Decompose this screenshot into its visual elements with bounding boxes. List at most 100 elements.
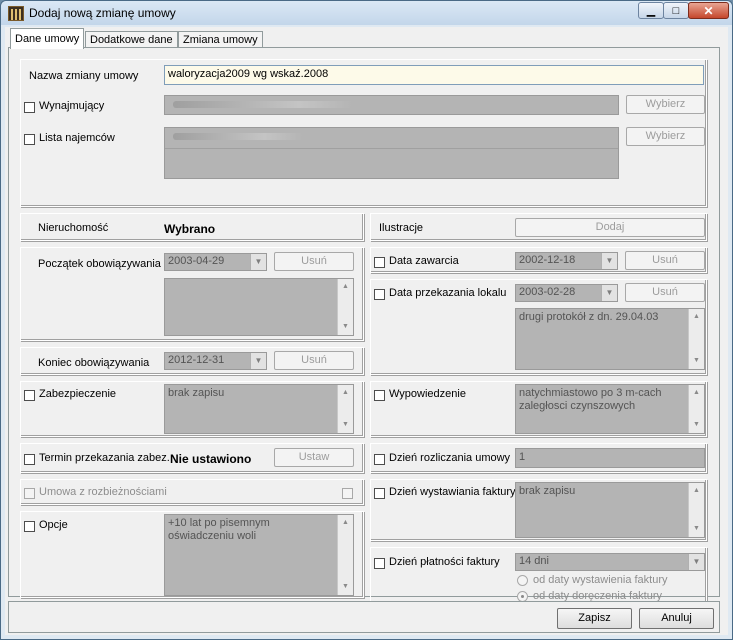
property-label: Nieruchomość xyxy=(38,222,109,234)
end-date-value: 2012-12-31 xyxy=(168,354,225,366)
redacted-text xyxy=(173,133,303,140)
property-value: Wybrano xyxy=(164,222,216,236)
start-date-value: 2003-04-29 xyxy=(168,255,225,267)
end-group: Koniec obowiązywania 2012-12-31 ▼ Usuń xyxy=(20,347,364,375)
scrollbar[interactable]: ▲ ▼ xyxy=(688,483,704,537)
settlement-checkbox[interactable] xyxy=(374,454,385,465)
handover-remove-button[interactable]: Usuń xyxy=(625,283,705,302)
options-value: +10 lat po pisemnym oświadczeniu woli xyxy=(168,517,270,542)
dialog-client: Dane umowy Dodatkowe dane Zmiana umowy N… xyxy=(5,27,728,635)
handover-note-field[interactable]: drugi protokół z dn. 29.04.03 ▲ ▼ xyxy=(515,308,705,370)
scroll-down-icon[interactable]: ▼ xyxy=(689,417,704,433)
payment-label: Dzień płatności faktury xyxy=(389,556,500,568)
scroll-up-icon[interactable]: ▲ xyxy=(338,515,353,531)
cancel-button[interactable]: Anuluj xyxy=(639,608,714,629)
scroll-up-icon[interactable]: ▲ xyxy=(689,309,704,325)
scroll-down-icon[interactable]: ▼ xyxy=(689,521,704,537)
scroll-down-icon[interactable]: ▼ xyxy=(338,579,353,595)
tab-dodatkowe-dane[interactable]: Dodatkowe dane xyxy=(85,31,178,48)
tenants-checkbox[interactable] xyxy=(24,134,35,145)
scrollbar[interactable]: ▲ ▼ xyxy=(337,515,353,595)
chevron-down-icon[interactable]: ▼ xyxy=(688,554,704,570)
scroll-up-icon[interactable]: ▲ xyxy=(338,385,353,401)
security-deadline-checkbox[interactable] xyxy=(24,454,35,465)
payment-term-value: 14 dni xyxy=(519,555,549,567)
radio-from-issue[interactable] xyxy=(517,575,528,586)
scroll-up-icon[interactable]: ▲ xyxy=(338,279,353,295)
invoice-issue-field[interactable]: brak zapisu ▲ ▼ xyxy=(515,482,705,538)
scrollbar[interactable]: ▲ ▼ xyxy=(337,279,353,335)
chevron-down-icon[interactable]: ▼ xyxy=(250,254,266,270)
scroll-down-icon[interactable]: ▼ xyxy=(689,353,704,369)
start-dates-list[interactable]: ▲ ▼ xyxy=(164,278,354,336)
discrepancy-label: Umowa z rozbieżnościami xyxy=(39,486,167,498)
maximize-button[interactable]: □ xyxy=(663,2,689,19)
tab-dane-umowy[interactable]: Dane umowy xyxy=(10,28,85,49)
options-field[interactable]: +10 lat po pisemnym oświadczeniu woli ▲ … xyxy=(164,514,354,596)
window-title: Dodaj nową zmianę umowy xyxy=(29,6,176,20)
termination-field[interactable]: natychmiastowo po 3 m-cach zaległosci cz… xyxy=(515,384,705,434)
tenants-select-button[interactable]: Wybierz xyxy=(626,127,705,146)
scroll-up-icon[interactable]: ▲ xyxy=(689,385,704,401)
start-remove-button[interactable]: Usuń xyxy=(274,252,354,271)
discrepancy-group: Umowa z rozbieżnościami xyxy=(20,479,364,505)
close-button[interactable]: ✕ xyxy=(688,2,729,19)
options-checkbox[interactable] xyxy=(24,521,35,532)
landlord-checkbox[interactable] xyxy=(24,102,35,113)
conclusion-checkbox[interactable] xyxy=(374,257,385,268)
landlord-select-button[interactable]: Wybierz xyxy=(626,95,705,114)
chevron-down-icon[interactable]: ▼ xyxy=(601,253,617,269)
handover-date-value: 2003-02-28 xyxy=(519,286,576,298)
handover-checkbox[interactable] xyxy=(374,289,385,300)
minimize-button[interactable]: ▁ xyxy=(638,2,664,19)
minimize-icon: ▁ xyxy=(646,5,656,17)
security-label: Zabezpieczenie xyxy=(39,388,117,400)
invoice-issue-value: brak zapisu xyxy=(519,485,576,497)
handover-label: Data przekazania lokalu xyxy=(389,287,507,299)
security-deadline-value: Nie ustawiono xyxy=(170,452,252,466)
discrepancy-checkbox[interactable] xyxy=(24,488,35,499)
scrollbar[interactable]: ▲ ▼ xyxy=(688,309,704,369)
security-value: brak zapisu xyxy=(168,387,225,399)
chevron-down-icon[interactable]: ▼ xyxy=(250,353,266,369)
scrollbar[interactable]: ▲ ▼ xyxy=(337,385,353,433)
payment-term-select[interactable]: 14 dni ▼ xyxy=(515,553,705,571)
tenants-list[interactable] xyxy=(164,127,619,179)
chevron-down-icon[interactable]: ▼ xyxy=(601,285,617,301)
security-field[interactable]: brak zapisu ▲ ▼ xyxy=(164,384,354,434)
contract-top-group: Nazwa zmiany umowy waloryzacja2009 wg ws… xyxy=(20,59,707,207)
scroll-down-icon[interactable]: ▼ xyxy=(338,417,353,433)
end-date-picker[interactable]: 2012-12-31 ▼ xyxy=(164,352,267,370)
payment-checkbox[interactable] xyxy=(374,558,385,569)
illustrations-add-button[interactable]: Dodaj xyxy=(515,218,705,237)
security-group: Zabezpieczenie brak zapisu ▲ ▼ xyxy=(20,381,364,437)
conclusion-date-picker[interactable]: 2002-12-18 ▼ xyxy=(515,252,618,270)
settlement-field[interactable]: 1 xyxy=(515,448,705,468)
settlement-label: Dzień rozliczania umowy xyxy=(389,452,511,464)
name-field[interactable]: waloryzacja2009 wg wskaź.2008 xyxy=(164,65,704,85)
end-remove-button[interactable]: Usuń xyxy=(274,351,354,370)
options-group: Opcje +10 lat po pisemnym oświadczeniu w… xyxy=(20,511,364,598)
tab-zmiana-umowy[interactable]: Zmiana umowy xyxy=(178,31,263,48)
end-label: Koniec obowiązywania xyxy=(38,357,150,369)
invoice-issue-checkbox[interactable] xyxy=(374,488,385,499)
scrollbar[interactable]: ▲ ▼ xyxy=(688,385,704,433)
start-date-picker[interactable]: 2003-04-29 ▼ xyxy=(164,253,267,271)
termination-checkbox[interactable] xyxy=(374,390,385,401)
start-label: Początek obowiązywania xyxy=(38,258,161,270)
security-deadline-label: Termin przekazania zabez. xyxy=(39,452,170,464)
close-icon: ✕ xyxy=(703,4,714,18)
illustrations-label: Ilustracje xyxy=(379,222,424,234)
handover-date-picker[interactable]: 2003-02-28 ▼ xyxy=(515,284,618,302)
redacted-text xyxy=(173,101,353,108)
conclusion-remove-button[interactable]: Usuń xyxy=(625,251,705,270)
security-deadline-set-button[interactable]: Ustaw xyxy=(274,448,354,467)
scroll-down-icon[interactable]: ▼ xyxy=(338,319,353,335)
scroll-up-icon[interactable]: ▲ xyxy=(689,483,704,499)
title-bar[interactable]: Dodaj nową zmianę umowy ▁ □ ✕ xyxy=(1,1,732,25)
security-checkbox[interactable] xyxy=(24,390,35,401)
invoice-issue-group: Dzień wystawiania faktury brak zapisu ▲ … xyxy=(370,479,707,541)
discrepancy-right-checkbox[interactable] xyxy=(342,488,353,499)
settlement-group: Dzień rozliczania umowy 1 xyxy=(370,443,707,473)
save-button[interactable]: Zapisz xyxy=(557,608,632,629)
